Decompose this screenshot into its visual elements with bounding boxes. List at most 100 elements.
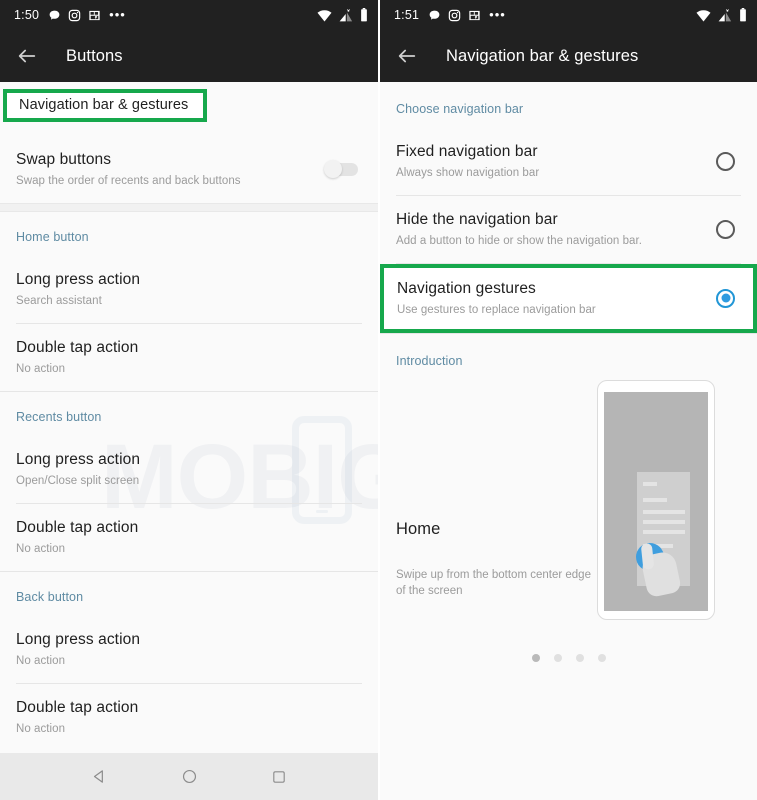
- recents-square-icon[interactable]: [271, 769, 287, 785]
- row-divider: [396, 195, 741, 196]
- swap-buttons-subtitle: Swap the order of recents and back butto…: [16, 175, 241, 187]
- introduction-text: Home Swipe up from the bottom center edg…: [396, 380, 591, 620]
- status-system-icons: [696, 8, 747, 22]
- photo-calendar-icon: [89, 10, 100, 20]
- option-title: Hide the navigation bar: [396, 211, 558, 228]
- row-title: Long press action: [16, 631, 141, 648]
- option-subtitle: Add a button to hide or show the navigat…: [396, 235, 642, 247]
- home-long-press-row[interactable]: Long press action Search assistant: [0, 256, 378, 323]
- app-bar-left: Buttons: [0, 30, 378, 82]
- radio-hide-navigation-bar[interactable]: [716, 219, 735, 239]
- option-subtitle: Use gestures to replace navigation bar: [397, 304, 596, 316]
- left-settings-list: Navigation bar & gestures Swap buttons S…: [0, 89, 378, 751]
- back-double-tap-row[interactable]: Double tap action No action: [0, 684, 378, 751]
- option-navigation-gestures-highlight: Navigation gestures Use gestures to repl…: [380, 264, 757, 333]
- page-indicator-dots: [380, 620, 757, 662]
- status-system-icons: [317, 8, 368, 22]
- status-notification-icons: •••: [428, 7, 506, 22]
- photo-calendar-icon: [469, 10, 480, 20]
- gesture-illustration: [597, 380, 715, 620]
- page-dot[interactable]: [575, 654, 584, 662]
- instagram-icon: [68, 9, 81, 21]
- radio-navigation-gestures[interactable]: [716, 288, 735, 308]
- section-separator: [0, 571, 378, 572]
- page-title: Navigation bar & gestures: [446, 46, 639, 65]
- radio-fixed-navigation-bar[interactable]: [716, 151, 735, 171]
- row-subtitle: No action: [16, 363, 66, 375]
- nav-bar-gestures-link[interactable]: Navigation bar & gestures: [3, 89, 207, 122]
- section-separator: [0, 391, 378, 392]
- introduction-title: Home: [396, 520, 441, 538]
- chat-bubble-icon: [429, 10, 440, 20]
- back-long-press-row[interactable]: Long press action No action: [0, 616, 378, 683]
- option-hide-navigation-bar[interactable]: Hide the navigation bar Add a button to …: [380, 196, 757, 263]
- screenshot-root: 1:50 ••• Buttons MOBIGYAAN: [0, 0, 757, 800]
- mobile-signal-off-icon: [718, 8, 732, 21]
- row-subtitle: Search assistant: [16, 295, 102, 307]
- page-dot[interactable]: [597, 654, 606, 662]
- more-notifications-icon: •••: [109, 7, 126, 22]
- page-dot[interactable]: [531, 654, 540, 662]
- mobile-signal-off-icon: [339, 8, 353, 21]
- recents-double-tap-row[interactable]: Double tap action No action: [0, 504, 378, 571]
- row-title: Double tap action: [16, 699, 139, 716]
- section-separator: [0, 203, 378, 212]
- swap-buttons-title: Swap buttons: [16, 151, 112, 168]
- home-double-tap-row[interactable]: Double tap action No action: [0, 324, 378, 391]
- back-arrow-icon[interactable]: [396, 45, 418, 67]
- introduction-area: Home Swipe up from the bottom center edg…: [380, 380, 757, 620]
- back-arrow-icon[interactable]: [16, 45, 38, 67]
- app-bar-right: Navigation bar & gestures: [380, 30, 757, 82]
- right-content: Choose navigation bar Fixed navigation b…: [380, 82, 757, 800]
- battery-icon: [361, 8, 367, 22]
- right-phone-screen: 1:51 ••• Navigation bar & gestures Choos…: [380, 0, 757, 800]
- battery-icon: [740, 8, 746, 22]
- left-phone-screen: 1:50 ••• Buttons MOBIGYAAN: [0, 0, 378, 800]
- swap-buttons-toggle[interactable]: [324, 160, 358, 178]
- section-header-recents-button: Recents button: [16, 410, 102, 424]
- back-triangle-icon[interactable]: [91, 768, 108, 785]
- row-divider: [16, 503, 362, 504]
- row-title: Long press action: [16, 271, 141, 288]
- row-title: Double tap action: [16, 519, 139, 536]
- section-header-introduction: Introduction: [396, 354, 463, 368]
- section-header-back-button: Back button: [16, 590, 84, 604]
- row-title: Long press action: [16, 451, 141, 468]
- navigation-options-list: Choose navigation bar Fixed navigation b…: [380, 82, 757, 662]
- home-circle-icon[interactable]: [181, 768, 198, 785]
- left-content: MOBIGYAAN Navigation bar & gestures Swap…: [0, 82, 378, 753]
- chat-bubble-icon: [49, 10, 60, 20]
- nav-bar-gestures-link-label: Navigation bar & gestures: [19, 97, 189, 113]
- android-navigation-bar: [0, 753, 378, 800]
- status-time: 1:50: [14, 8, 40, 22]
- status-time: 1:51: [394, 8, 420, 22]
- row-subtitle: Open/Close split screen: [16, 475, 140, 487]
- option-navigation-gestures[interactable]: Navigation gestures Use gestures to repl…: [384, 268, 753, 329]
- wifi-icon: [317, 9, 332, 21]
- option-title: Fixed navigation bar: [396, 143, 538, 160]
- section-header-choose-navigation-bar: Choose navigation bar: [396, 102, 524, 116]
- recents-long-press-row[interactable]: Long press action Open/Close split scree…: [0, 436, 378, 503]
- status-bar-right: 1:51 •••: [380, 0, 757, 30]
- row-subtitle: No action: [16, 723, 66, 735]
- wifi-icon: [696, 9, 711, 21]
- row-divider: [16, 683, 362, 684]
- option-fixed-navigation-bar[interactable]: Fixed navigation bar Always show navigat…: [380, 128, 757, 195]
- introduction-subtitle: Swipe up from the bottom center edge of …: [396, 569, 591, 597]
- section-header-home-button: Home button: [16, 230, 89, 244]
- swap-buttons-row[interactable]: Swap buttons Swap the order of recents a…: [0, 136, 378, 203]
- row-subtitle: No action: [16, 655, 66, 667]
- row-title: Double tap action: [16, 339, 139, 356]
- row-subtitle: No action: [16, 543, 66, 555]
- more-notifications-icon: •••: [489, 7, 506, 22]
- section-separator: [380, 333, 757, 334]
- page-dot[interactable]: [553, 654, 562, 662]
- status-bar-left: 1:50 •••: [0, 0, 378, 30]
- row-divider: [16, 323, 362, 324]
- option-title: Navigation gestures: [397, 280, 536, 297]
- option-subtitle: Always show navigation bar: [396, 167, 540, 179]
- page-title: Buttons: [66, 46, 123, 65]
- status-notification-icons: •••: [48, 7, 126, 22]
- illustration-screen: [604, 392, 708, 611]
- instagram-icon: [448, 9, 461, 21]
